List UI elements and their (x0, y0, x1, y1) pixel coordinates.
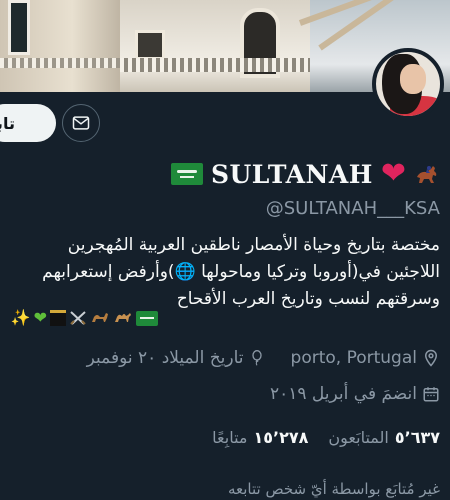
banner-window (135, 30, 165, 60)
sparkle-icon: ✨ (10, 308, 31, 327)
followed-by-summary: غير مُتابَع بواسطة أيّ شخص تتابعه (227, 480, 440, 498)
location-text: porto, Portugal (290, 348, 417, 368)
location-item: porto, Portugal (291, 348, 440, 368)
bio-line: مختصة بتاريخ وحياة الأمصار ناطقين العربي… (67, 235, 440, 255)
joined-item: انضمَ في أبريل ٢٠١٩ (270, 384, 440, 404)
profile-bio: مختصة بتاريخ وحياة الأمصار ناطقين العربي… (0, 232, 440, 313)
avatar-face (400, 64, 426, 94)
profile-name-row: SULTANAH ❤ (170, 156, 440, 192)
message-button[interactable] (62, 104, 100, 142)
followers-count: ١٥٬٢٧٨ (253, 428, 309, 447)
calendar-icon (422, 385, 440, 403)
birthday-text: تاريخ الميلاد ٢٠ نوفمبر (86, 348, 244, 368)
bio-emoji-row: ❤ ✨ (11, 305, 158, 331)
following-count: ٥٬٦٣٧ (394, 428, 440, 447)
banner-window (8, 0, 30, 55)
balloon-icon (249, 349, 265, 367)
birthday-item: تاريخ الميلاد ٢٠ نوفمبر (87, 348, 265, 368)
joined-text: انضمَ في أبريل ٢٠١٩ (270, 384, 417, 404)
saudi-flag-icon (170, 163, 203, 185)
follow-button-label: تابع (0, 113, 15, 133)
envelope-icon (71, 113, 91, 133)
red-heart-icon: ❤ (380, 156, 406, 191)
display-name: SULTANAH (210, 159, 373, 189)
horse-racing-icon (414, 163, 440, 185)
banner-balustrade (0, 58, 120, 68)
banner-building-left (0, 0, 120, 92)
followers-stat[interactable]: ١٥٬٢٧٨ متابِعًا (212, 428, 308, 447)
location-pin-icon (422, 349, 440, 367)
profile-stats: ٥٬٦٣٧ المتابَعون ١٥٬٢٧٨ متابِعًا (212, 428, 440, 447)
camel-icon (90, 310, 110, 326)
followers-label: متابِعًا (212, 428, 248, 447)
bio-line: اللاجئين في(أوروبا وتركيا وماحولها 🌐)وأر… (42, 262, 440, 282)
green-heart-icon: ❤ (33, 308, 47, 327)
profile-meta-location-row: porto, Portugal تاريخ الميلاد ٢٠ نوفمبر (87, 348, 440, 368)
following-stat[interactable]: ٥٬٦٣٧ المتابَعون (328, 428, 440, 447)
banner-balustrade (120, 58, 310, 72)
crossed-swords-icon (69, 310, 87, 326)
saudi-flag-icon (136, 310, 158, 326)
kaaba-icon (50, 310, 66, 326)
banner-building-middle (120, 0, 310, 92)
profile-avatar[interactable] (372, 48, 444, 120)
profile-handle: @SULTANAH___KSA (265, 198, 440, 219)
camel-icon (113, 310, 133, 326)
profile-meta-joined-row: انضمَ في أبريل ٢٠١٩ (270, 384, 440, 404)
following-label: المتابَعون (328, 428, 389, 447)
follow-button[interactable]: تابع (0, 104, 56, 142)
